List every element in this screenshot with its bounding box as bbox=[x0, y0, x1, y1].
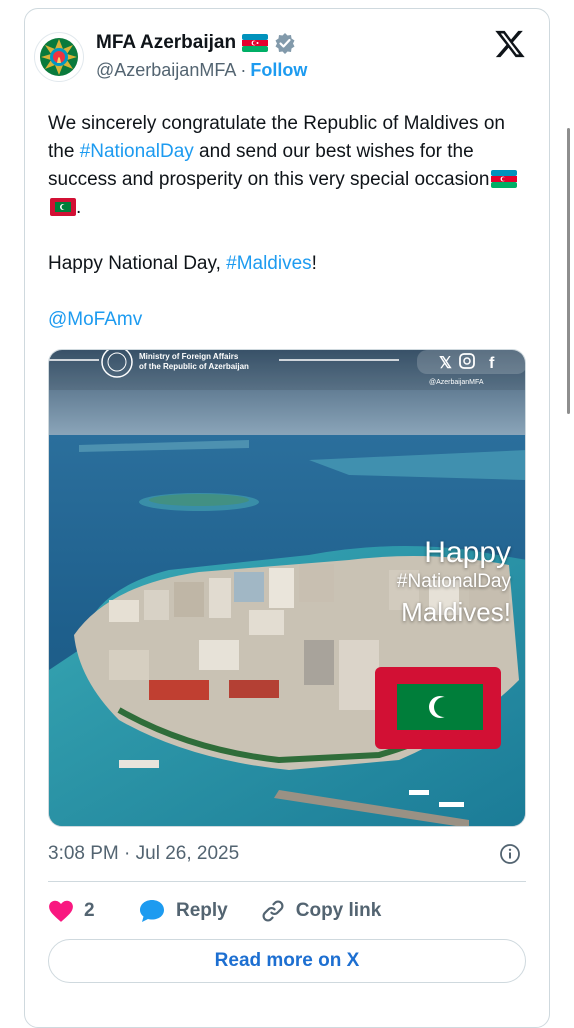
tweet-header: MFA Azerbaijan @AzerbaijanMFA · Follow bbox=[34, 28, 534, 88]
ministry-line1: Ministry of Foreign Affairs bbox=[139, 352, 239, 361]
media-handle: @AzerbaijanMFA bbox=[429, 379, 484, 386]
hashtag-nationalday-link[interactable]: #NationalDay bbox=[80, 141, 194, 162]
tweet-text: We sincerely congratulate the Republic o… bbox=[48, 110, 528, 334]
greeting-maldives: Maldives! bbox=[401, 597, 511, 627]
reply-label: Reply bbox=[176, 900, 228, 921]
action-bar: 2 Reply Copy link bbox=[48, 896, 381, 926]
read-more-button[interactable]: Read more on X bbox=[48, 939, 526, 983]
mention-link[interactable]: @MoFAmv bbox=[48, 309, 142, 330]
svg-text:𝕏: 𝕏 bbox=[439, 355, 452, 372]
like-count: 2 bbox=[84, 900, 95, 921]
svg-text:f: f bbox=[489, 355, 495, 372]
x-logo-icon[interactable] bbox=[494, 28, 526, 60]
greeting-hashtag: #NationalDay bbox=[396, 571, 511, 592]
separator-dot: · bbox=[240, 60, 247, 80]
verified-badge-icon bbox=[275, 33, 295, 54]
heart-icon bbox=[49, 900, 73, 922]
maldives-flag-icon bbox=[50, 198, 76, 216]
copy-link-button[interactable]: Copy link bbox=[260, 898, 382, 924]
reply-bubble-icon bbox=[140, 900, 164, 922]
text-part: ! bbox=[311, 253, 317, 274]
tweet-timestamp[interactable]: 3:08 PM · Jul 26, 2025 bbox=[48, 843, 239, 865]
greeting-happy: Happy bbox=[424, 536, 511, 569]
scrollbar[interactable] bbox=[567, 128, 570, 414]
author-block: MFA Azerbaijan @AzerbaijanMFA · Follow bbox=[96, 32, 307, 81]
text-part: . bbox=[76, 197, 82, 218]
emblem-icon bbox=[36, 34, 82, 80]
azerbaijan-flag-icon bbox=[491, 170, 518, 188]
like-button[interactable]: 2 bbox=[48, 899, 108, 923]
follow-button[interactable]: Follow bbox=[250, 60, 307, 81]
copy-link-label: Copy link bbox=[295, 900, 382, 921]
info-icon[interactable] bbox=[499, 843, 521, 865]
hashtag-maldives-link[interactable]: #Maldives bbox=[226, 253, 312, 274]
author-handle[interactable]: @AzerbaijanMFA bbox=[96, 60, 236, 81]
ministry-line2: of the Republic of Azerbaijan bbox=[139, 362, 249, 371]
azerbaijan-flag-icon bbox=[242, 34, 269, 52]
author-name[interactable]: MFA Azerbaijan bbox=[96, 32, 236, 54]
ministry-label: Ministry of Foreign Affairs of the Repub… bbox=[139, 352, 249, 372]
tweet-media-image[interactable]: 𝕏 f Ministry of Foreign Affairs of the R… bbox=[48, 349, 526, 827]
read-more-label: Read more on X bbox=[214, 950, 360, 971]
greeting-block: Happy #NationalDay Maldives! bbox=[397, 536, 511, 630]
reply-button[interactable]: Reply bbox=[138, 898, 228, 924]
text-part: Happy National Day, bbox=[48, 253, 227, 274]
avatar[interactable] bbox=[34, 32, 84, 82]
divider bbox=[48, 881, 526, 882]
link-icon bbox=[262, 900, 284, 922]
